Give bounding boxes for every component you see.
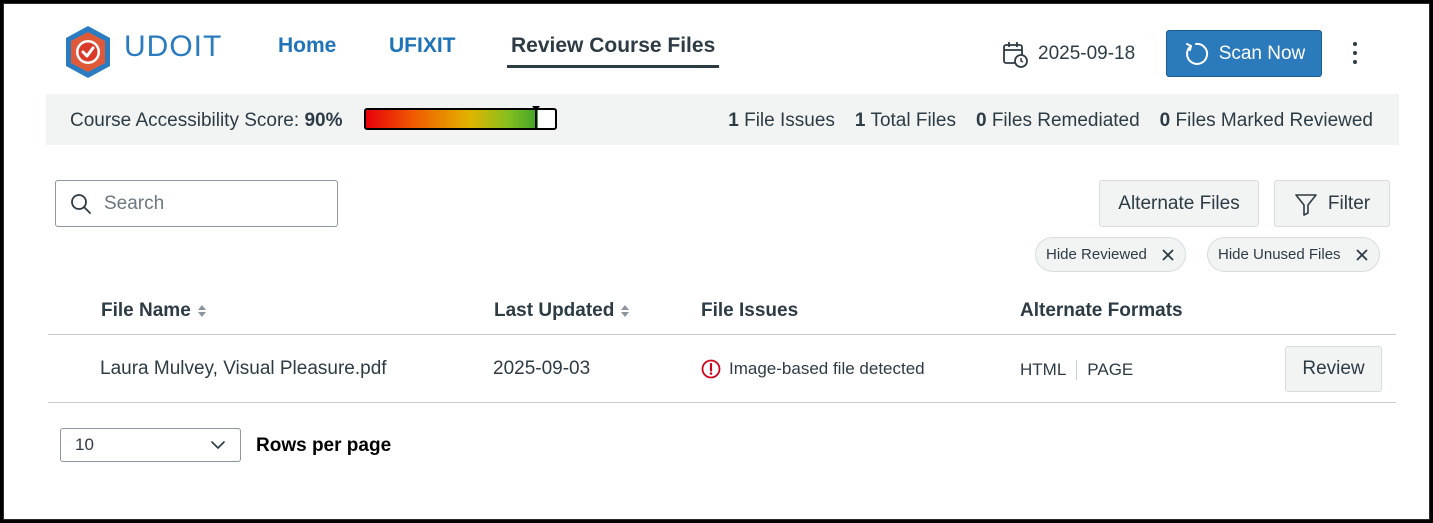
more-dot-icon bbox=[1353, 51, 1357, 55]
close-icon[interactable] bbox=[1161, 248, 1175, 262]
refresh-icon bbox=[1185, 42, 1208, 65]
more-options-button[interactable] bbox=[1344, 38, 1366, 68]
rows-per-page-select[interactable]: 10 bbox=[60, 428, 241, 462]
format-page-link[interactable]: PAGE bbox=[1087, 360, 1133, 380]
cell-file-name: Laura Mulvey, Visual Pleasure.pdf bbox=[100, 358, 387, 379]
score-meter bbox=[364, 108, 557, 130]
format-html-link[interactable]: HTML bbox=[1020, 360, 1066, 380]
score-marker-line bbox=[535, 109, 537, 128]
stat-files-reviewed: 0 Files Marked Reviewed bbox=[1159, 110, 1373, 131]
filter-icon bbox=[1295, 193, 1317, 216]
score-label-text: Course Accessibility Score: bbox=[70, 110, 300, 131]
date-text: 2025-09-18 bbox=[1038, 43, 1136, 64]
scan-now-label: Scan Now bbox=[1218, 42, 1306, 64]
search-input[interactable] bbox=[104, 192, 304, 215]
calendar-clock-icon bbox=[1003, 42, 1028, 68]
close-icon[interactable] bbox=[1355, 248, 1369, 262]
cell-last-updated: 2025-09-03 bbox=[493, 358, 591, 379]
table-row: Laura Mulvey, Visual Pleasure.pdf 2025-0… bbox=[48, 335, 1396, 403]
more-dot-icon bbox=[1353, 42, 1357, 46]
format-divider bbox=[1076, 360, 1078, 380]
header-last-updated-label: Last Updated bbox=[494, 300, 615, 321]
app-window: UDOIT Home UFIXIT Review Course Files 20… bbox=[3, 3, 1430, 520]
udoit-logo[interactable]: UDOIT bbox=[58, 22, 228, 82]
score-value: 90% bbox=[304, 110, 343, 131]
stat-total-files: 1 Total Files bbox=[854, 110, 956, 131]
scan-now-button[interactable]: Scan Now bbox=[1166, 30, 1322, 77]
nav-ufixit[interactable]: UFIXIT bbox=[389, 34, 456, 58]
score-label: Course Accessibility Score: 90% bbox=[70, 110, 342, 132]
chip-hide-reviewed[interactable]: Hide Reviewed bbox=[1035, 237, 1186, 272]
app-name: UDOIT bbox=[124, 30, 223, 63]
chip-label: Hide Unused Files bbox=[1218, 246, 1341, 263]
header-file-name[interactable]: File Name bbox=[101, 300, 207, 322]
last-scan-date: 2025-09-18 bbox=[1002, 40, 1135, 68]
rows-per-page-label: Rows per page bbox=[256, 435, 392, 456]
accessibility-score-bar: Course Accessibility Score: 90% 1 File I… bbox=[46, 94, 1399, 145]
review-button[interactable]: Review bbox=[1285, 346, 1382, 392]
search-icon bbox=[71, 193, 91, 214]
file-stats: 1 File Issues 1 Total Files 0 Files Reme… bbox=[728, 110, 1373, 132]
sort-icon[interactable] bbox=[620, 303, 630, 319]
stat-files-remediated: 0 Files Remediated bbox=[975, 110, 1140, 131]
nav-review-course-files[interactable]: Review Course Files bbox=[507, 34, 720, 68]
error-icon bbox=[701, 359, 721, 379]
search-box[interactable] bbox=[55, 180, 338, 227]
more-dot-icon bbox=[1353, 60, 1357, 64]
header: UDOIT Home UFIXIT Review Course Files 20… bbox=[4, 4, 1429, 94]
header-file-issues: File Issues bbox=[701, 300, 799, 321]
cell-file-issue: Image-based file detected bbox=[701, 359, 925, 379]
chip-hide-unused-files[interactable]: Hide Unused Files bbox=[1207, 237, 1380, 272]
rows-per-page-value: 10 bbox=[75, 435, 94, 454]
cell-alternate-formats: HTML PAGE bbox=[1020, 360, 1133, 380]
stat-file-issues: 1 File Issues bbox=[728, 110, 835, 131]
chip-label: Hide Reviewed bbox=[1046, 246, 1147, 263]
header-alternate-formats: Alternate Formats bbox=[1020, 300, 1183, 321]
header-file-name-label: File Name bbox=[101, 300, 191, 321]
shield-check-icon bbox=[66, 26, 110, 78]
table-header: File Name Last Updated File Issues Alter… bbox=[48, 294, 1396, 335]
filter-button[interactable]: Filter bbox=[1274, 180, 1390, 227]
header-last-updated[interactable]: Last Updated bbox=[494, 300, 630, 322]
alternate-files-button[interactable]: Alternate Files bbox=[1099, 180, 1259, 227]
nav-home[interactable]: Home bbox=[278, 34, 336, 58]
filter-label: Filter bbox=[1327, 192, 1371, 214]
issue-text: Image-based file detected bbox=[729, 359, 925, 378]
sort-icon[interactable] bbox=[197, 303, 207, 319]
chevron-down-icon bbox=[211, 441, 225, 449]
